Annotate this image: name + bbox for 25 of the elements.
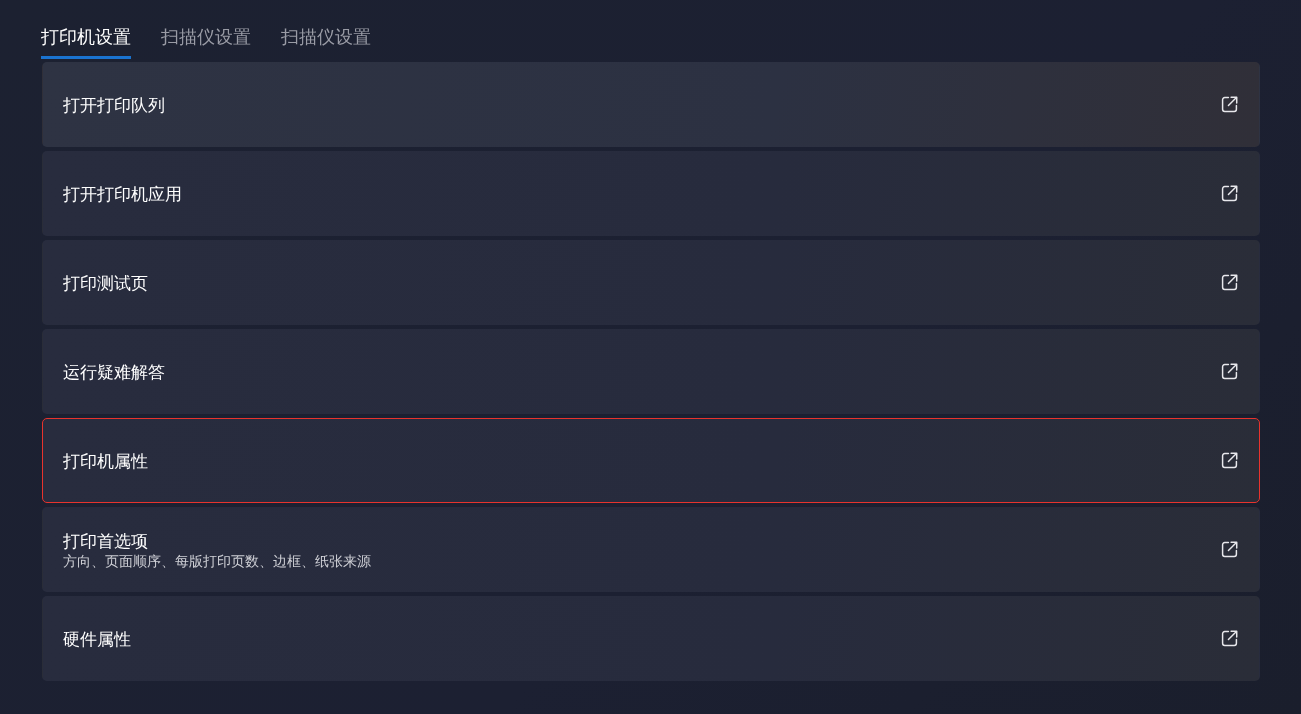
external-link-icon <box>1221 452 1238 469</box>
settings-row[interactable]: 打开打印机应用 <box>42 151 1260 236</box>
tab[interactable]: 打印机设置 <box>41 25 131 59</box>
row-title: 打印首选项 <box>63 529 149 552</box>
tab[interactable]: 扫描仪设置 <box>161 25 251 59</box>
external-link-icon <box>1221 541 1238 558</box>
external-link-icon <box>1221 185 1238 202</box>
settings-row[interactable]: 打开打印队列 <box>42 62 1260 147</box>
row-title: 打开打印机应用 <box>63 182 182 205</box>
row-title: 打印测试页 <box>63 271 148 294</box>
external-link-icon <box>1221 274 1238 291</box>
settings-row[interactable]: 打印测试页 <box>42 240 1260 325</box>
row-description: 方向、页面顺序、每版打印页数、边框、纸张来源 <box>63 551 371 570</box>
tab[interactable]: 扫描仪设置 <box>281 25 371 59</box>
row-title: 硬件属性 <box>63 627 131 650</box>
external-link-icon <box>1221 363 1238 380</box>
external-link-icon <box>1221 630 1238 647</box>
row-title: 打印机属性 <box>63 449 148 472</box>
settings-row[interactable]: 运行疑难解答 <box>42 329 1260 414</box>
settings-row[interactable]: 硬件属性 <box>42 596 1260 681</box>
external-link-icon <box>1221 96 1238 113</box>
settings-row[interactable]: 打印首选项 方向、页面顺序、每版打印页数、边框、纸张来源 <box>42 507 1260 592</box>
settings-row[interactable]: 打印机属性 <box>42 418 1260 503</box>
row-title: 运行疑难解答 <box>63 360 165 383</box>
row-title: 打开打印队列 <box>63 93 165 116</box>
